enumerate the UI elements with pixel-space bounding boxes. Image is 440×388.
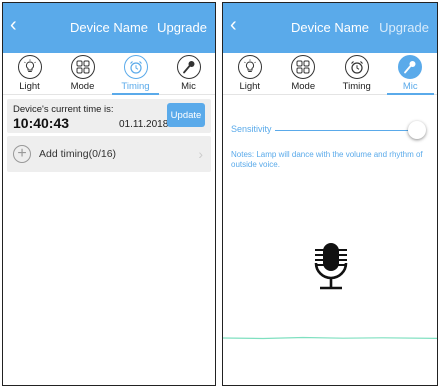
tab-mode[interactable]: Mode — [56, 53, 109, 94]
upgrade-button[interactable]: Upgrade — [157, 20, 207, 35]
plus-icon: + — [13, 145, 31, 163]
timing-screen: ‹ Device Name Upgrade Light Mode Timing — [2, 2, 216, 386]
app-header: ‹ Device Name Upgrade — [223, 3, 437, 53]
microphone-icon — [314, 243, 348, 290]
add-timing-row[interactable]: + Add timing(0/16) › — [7, 136, 211, 172]
device-time-card: Device's current time is: 10:40:43 01.11… — [7, 99, 211, 133]
chevron-right-icon: › — [198, 146, 203, 162]
alarm-clock-icon — [344, 55, 369, 79]
microphone-icon — [176, 55, 201, 79]
tab-label: Light — [239, 81, 261, 92]
tab-light[interactable]: Light — [3, 53, 56, 94]
tab-label: Mic — [402, 81, 418, 92]
app-header: ‹ Device Name Upgrade — [3, 3, 215, 53]
sensitivity-slider[interactable] — [275, 121, 426, 139]
tab-label: Timing — [342, 81, 371, 92]
tab-timing[interactable]: Timing — [109, 53, 162, 95]
tab-label: Mode — [70, 81, 95, 92]
alarm-clock-icon — [123, 55, 148, 79]
tab-label: Timing — [121, 81, 150, 92]
slider-thumb[interactable] — [408, 121, 426, 139]
tab-mic[interactable]: Mic — [162, 53, 215, 94]
bulb-icon — [17, 55, 42, 79]
upgrade-button[interactable]: Upgrade — [379, 20, 429, 35]
tab-label: Light — [19, 81, 40, 92]
device-time-label: Device's current time is: — [13, 104, 114, 115]
mode-grid-icon — [291, 55, 316, 79]
tab-light[interactable]: Light — [223, 53, 277, 94]
update-button[interactable]: Update — [167, 103, 205, 127]
sound-wave-line — [223, 336, 437, 340]
sensitivity-control: Sensitivity — [231, 121, 431, 141]
mic-screen: ‹ Device Name Upgrade Light Mode Timing — [222, 2, 438, 386]
tab-label: Mic — [181, 81, 196, 92]
bulb-icon — [237, 55, 262, 79]
device-time-value: 10:40:43 — [13, 115, 70, 131]
tab-timing[interactable]: Timing — [330, 53, 384, 94]
device-date-value: 01.11.2018 — [119, 119, 169, 130]
microphone-icon — [398, 55, 423, 79]
tab-bar: Light Mode Timing Mic — [223, 53, 437, 95]
sensitivity-label: Sensitivity — [231, 124, 272, 134]
tab-mode[interactable]: Mode — [277, 53, 331, 94]
add-timing-label: Add timing(0/16) — [39, 148, 117, 160]
tab-mic[interactable]: Mic — [384, 53, 438, 95]
tab-bar: Light Mode Timing Mic — [3, 53, 215, 95]
mode-grid-icon — [70, 55, 95, 79]
tab-label: Mode — [291, 81, 316, 92]
mic-notes: Notes: Lamp will dance with the volume a… — [231, 150, 423, 169]
